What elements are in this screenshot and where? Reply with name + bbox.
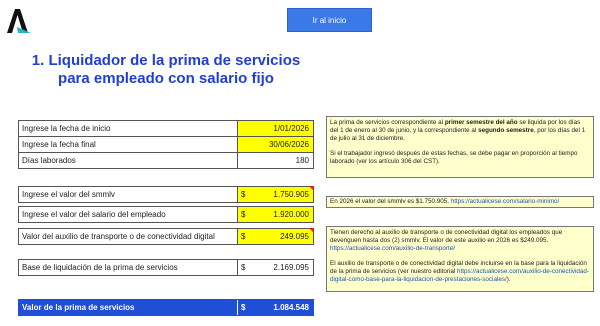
end-date-input[interactable]: 30/06/2026: [269, 140, 309, 149]
currency-sign: $: [241, 232, 246, 241]
transport-aid-row: Valor del auxilio de transporte o de con…: [18, 228, 314, 245]
note-transport-aid: Tienen derecho al auxilio de transporte …: [326, 226, 594, 292]
days-worked-label: Días laborados: [22, 156, 76, 165]
currency-sign: $: [241, 303, 246, 312]
note-bonus-periods: La prima de servicios correspondiente al…: [326, 116, 594, 178]
comment-indicator: [309, 228, 314, 233]
currency-sign: $: [241, 210, 246, 219]
start-date-label: Ingrese la fecha de inicio: [22, 124, 111, 133]
note-smmlv: En 2026 el valor del smmlv es $1.750.905…: [326, 196, 594, 208]
start-date-row: Ingrese la fecha de inicio 1/01/2026: [18, 120, 314, 137]
settlement-base-row: Base de liquidación de la prima de servi…: [18, 259, 314, 276]
salary-row: Ingrese el valor del salario del emplead…: [18, 206, 314, 223]
smmlv-input[interactable]: 1.750.905: [273, 190, 309, 199]
end-date-label: Ingrese la fecha final: [22, 140, 96, 149]
transport-aid-label: Valor del auxilio de transporte o de con…: [22, 232, 215, 241]
transport-aid-link[interactable]: https://actualicese.com/auxilio-de-trans…: [330, 245, 455, 252]
smmlv-label: Ingrese el valor del smmlv: [22, 190, 115, 199]
bonus-value-row: Valor de la prima de servicios $ 1.084.5…: [18, 299, 314, 316]
end-date-row: Ingrese la fecha final 30/06/2026: [18, 136, 314, 153]
days-worked-value: 180: [295, 156, 309, 165]
salary-label: Ingrese el valor del salario del emplead…: [22, 210, 166, 219]
settlement-base-value: 2.169.095: [273, 263, 309, 272]
days-worked-row: Días laborados 180: [18, 152, 314, 169]
salary-input[interactable]: 1.920.000: [273, 210, 309, 219]
go-to-start-button[interactable]: Ir al inicio: [287, 8, 372, 32]
settlement-base-label: Base de liquidación de la prima de servi…: [22, 263, 178, 272]
page-title: 1. Liquidador de la prima de servicios p…: [31, 52, 301, 87]
bonus-value-label: Valor de la prima de servicios: [22, 303, 135, 312]
transport-aid-input[interactable]: 249.095: [280, 232, 309, 241]
start-date-input[interactable]: 1/01/2026: [273, 124, 309, 133]
smmlv-row: Ingrese el valor del smmlv $ 1.750.905: [18, 186, 314, 203]
currency-sign: $: [241, 263, 246, 272]
comment-indicator: [309, 186, 314, 191]
smmlv-link[interactable]: https://actualicese.com/salario-minimo/: [451, 198, 560, 205]
actualicese-logo: [7, 9, 31, 33]
currency-sign: $: [241, 190, 246, 199]
bonus-value: 1.084.548: [273, 303, 309, 312]
